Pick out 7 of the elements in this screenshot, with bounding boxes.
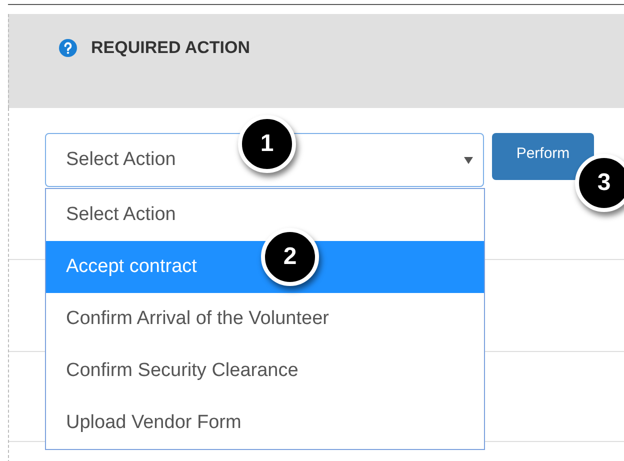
section-title: REQUIRED ACTION	[91, 37, 250, 60]
dropdown-option[interactable]: Upload Vendor Form	[46, 397, 484, 449]
dropdown-option[interactable]: Confirm Arrival of the Volunteer	[46, 293, 484, 345]
perform-button[interactable]: Perform	[492, 133, 594, 180]
dropdown-option[interactable]: Confirm Security Clearance	[46, 345, 484, 397]
help-icon	[59, 39, 77, 57]
caret-icon	[464, 156, 473, 164]
